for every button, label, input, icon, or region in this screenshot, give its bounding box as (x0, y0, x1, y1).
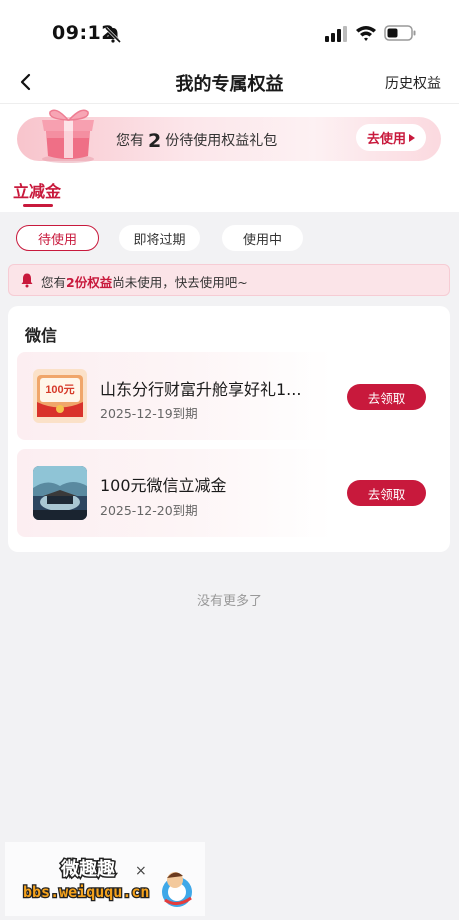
tab-active-indicator (23, 204, 53, 207)
banner-count: 2 (148, 130, 162, 152)
expiry-date: 2025-12-20到期 (100, 503, 198, 518)
go-use-button[interactable]: 去使用 (356, 124, 426, 151)
landscape-image-icon (33, 466, 87, 520)
svg-text:微趣趣: 微趣趣 (60, 858, 116, 880)
svg-text:×: × (135, 863, 147, 879)
red-envelope-thumbnail: 100元 (33, 369, 87, 423)
benefit-title: 100元微信立减金 (100, 476, 227, 495)
status-bar: 09:12 (0, 0, 459, 66)
gift-box-icon (42, 109, 94, 163)
svg-text:bbs.weiququ.cn: bbs.weiququ.cn (23, 883, 149, 901)
notice-message: 您有2份权益尚未使用，快去使用吧~ (41, 272, 248, 291)
cellular-signal-icon (325, 26, 347, 42)
envelope-amount: 100元 (45, 383, 74, 396)
site-watermark: 微趣趣 × bbs.weiququ.cn (5, 842, 205, 916)
claim-button[interactable]: 去领取 (347, 480, 426, 506)
play-arrow-icon (409, 133, 415, 142)
notice-highlight: 2份权益 (66, 275, 113, 290)
notice-suffix: 尚未使用，快去使用吧~ (112, 275, 248, 290)
notice-prefix: 您有 (41, 275, 67, 290)
history-benefits-link[interactable]: 历史权益 (385, 73, 441, 93)
benefit-title: 山东分行财富升舱享好礼1... (100, 380, 302, 399)
section-title: 微信 (25, 326, 58, 345)
wifi-icon (356, 26, 376, 41)
filter-expiring-soon[interactable]: 即将过期 (119, 225, 200, 251)
no-more-text: 没有更多了 (196, 594, 262, 609)
red-envelope-icon: 100元 (33, 369, 87, 423)
filter-pending-use[interactable]: 待使用 (16, 225, 99, 251)
bell-muted-icon (104, 26, 122, 44)
wechat-discount-thumbnail (33, 466, 87, 520)
battery-icon (384, 25, 416, 41)
nav-bar: 我的专属权益 历史权益 (0, 60, 459, 104)
bell-icon (21, 273, 33, 288)
filter-in-use[interactable]: 使用中 (222, 225, 303, 251)
watermark-logo: 微趣趣 × bbs.weiququ.cn (22, 857, 192, 907)
banner-suffix: 份待使用权益礼包 (165, 133, 278, 149)
claim-button[interactable]: 去领取 (347, 384, 426, 410)
banner-prefix: 您有 (116, 133, 144, 149)
tab-instant-discount[interactable]: 立减金 (13, 178, 61, 202)
go-use-label: 去使用 (366, 132, 406, 147)
banner-message: 您有 2 份待使用权益礼包 (116, 130, 277, 152)
expiry-date: 2025-12-19到期 (100, 406, 198, 421)
